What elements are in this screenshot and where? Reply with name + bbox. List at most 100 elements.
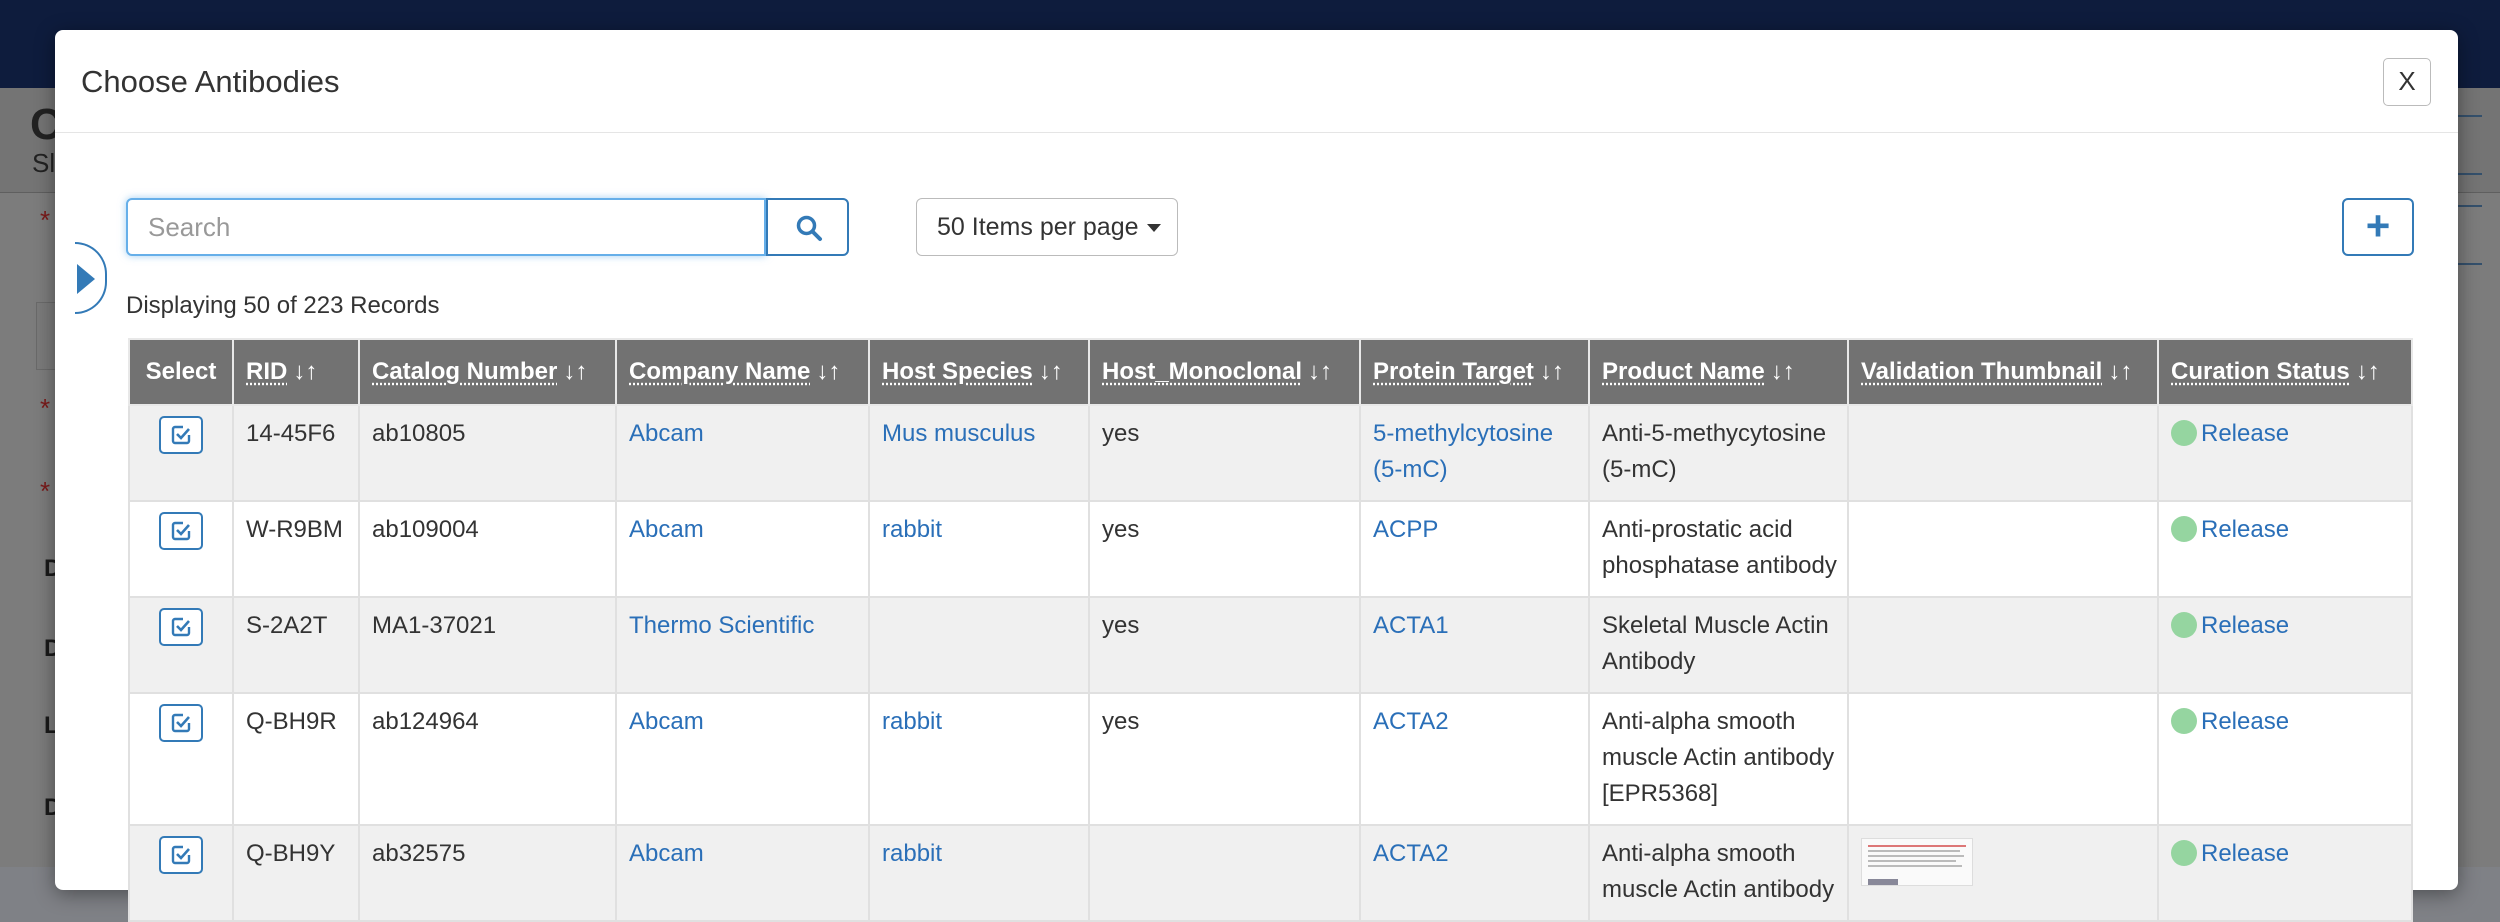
protein-target-cell: ACTA1 — [1359, 596, 1590, 694]
validation-thumbnail-cell — [1847, 500, 2159, 598]
select-cell — [128, 824, 234, 922]
curation-status-link[interactable]: Release — [2201, 840, 2289, 867]
column-header-rid[interactable]: RID ↓↑ — [232, 338, 360, 406]
add-record-button[interactable]: + — [2342, 198, 2414, 256]
host-species-cell: rabbit — [868, 500, 1090, 598]
host-species-cell: rabbit — [868, 692, 1090, 826]
protein-target-link[interactable]: 5-methylcytosine (5-mC) — [1373, 420, 1553, 483]
product-name-cell: Anti-prostatic acid phosphatase antibody — [1588, 500, 1849, 598]
catalog-number-cell: ab109004 — [358, 500, 617, 598]
protein-target-link[interactable]: ACTA2 — [1373, 840, 1449, 867]
host-monoclonal-cell — [1088, 824, 1361, 922]
column-header-protein-target[interactable]: Protein Target ↓↑ — [1359, 338, 1590, 406]
select-row-button[interactable] — [159, 704, 203, 742]
table-header-row: Select RID ↓↑ Catalog Number ↓↑ Company Na… — [128, 338, 2413, 406]
search-icon — [796, 215, 822, 241]
curation-status-link[interactable]: Release — [2201, 420, 2289, 447]
sort-icon[interactable]: ↓↑ — [1540, 358, 1564, 385]
validation-thumbnail-image[interactable] — [1861, 838, 1973, 886]
required-marker: * — [40, 205, 51, 235]
company-link[interactable]: Thermo Scientific — [629, 612, 814, 639]
side-panel-toggle[interactable] — [75, 242, 107, 314]
validation-thumbnail-cell — [1847, 824, 2159, 922]
curation-status-link[interactable]: Release — [2201, 708, 2289, 735]
curation-status-link[interactable]: Release — [2201, 612, 2289, 639]
sort-icon[interactable]: ↓↑ — [293, 358, 317, 385]
host-monoclonal-cell: yes — [1088, 596, 1361, 694]
sort-icon[interactable]: ↓↑ — [563, 358, 587, 385]
curation-status-cell: Release — [2157, 692, 2413, 826]
catalog-number-cell: MA1-37021 — [358, 596, 617, 694]
select-row-button[interactable] — [159, 608, 203, 646]
column-header-catalog-number[interactable]: Catalog Number ↓↑ — [358, 338, 617, 406]
curation-status-cell: Release — [2157, 596, 2413, 694]
company-link[interactable]: Abcam — [629, 516, 704, 543]
search-button[interactable] — [766, 198, 849, 256]
column-header-host-species[interactable]: Host Species ↓↑ — [868, 338, 1090, 406]
close-button[interactable]: X — [2383, 58, 2431, 106]
protein-target-link[interactable]: ACTA2 — [1373, 708, 1449, 735]
table-row: W-R9BM ab109004 Abcam rabbit yes ACPP Anti-pro… — [128, 500, 2413, 598]
select-cell — [128, 596, 234, 694]
select-row-button[interactable] — [159, 512, 203, 550]
select-row-button[interactable] — [159, 416, 203, 454]
table-row: S-2A2T MA1-37021 Thermo Scientific yes ACTA1… — [128, 596, 2413, 694]
product-name-cell: Anti-5-methycytosine (5-mC) — [1588, 404, 1849, 502]
select-cell — [128, 500, 234, 598]
sort-icon[interactable]: ↓↑ — [2356, 358, 2380, 385]
check-square-icon — [171, 521, 191, 541]
column-header-curation-status[interactable]: Curation Status ↓↑ — [2157, 338, 2413, 406]
company-name-cell: Thermo Scientific — [615, 596, 870, 694]
company-name-cell: Abcam — [615, 404, 870, 502]
company-link[interactable]: Abcam — [629, 840, 704, 867]
protein-target-link[interactable]: ACPP — [1373, 516, 1438, 543]
host-species-link[interactable]: Mus musculus — [882, 420, 1035, 447]
validation-thumbnail-cell — [1847, 404, 2159, 502]
product-name-cell: Anti-alpha smooth muscle Actin antibody — [1588, 824, 1849, 922]
sort-icon[interactable]: ↓↑ — [1039, 358, 1063, 385]
chevron-right-icon — [77, 264, 95, 294]
rid-cell: 14-45F6 — [232, 404, 360, 502]
company-name-cell: Abcam — [615, 824, 870, 922]
validation-thumbnail-cell — [1847, 692, 2159, 826]
search-input[interactable] — [126, 198, 766, 256]
column-header-host-monoclonal[interactable]: Host_Monoclonal ↓↑ — [1088, 338, 1361, 406]
table-row: 14-45F6 ab10805 Abcam Mus musculus yes 5-meth… — [128, 404, 2413, 502]
company-link[interactable]: Abcam — [629, 708, 704, 735]
curation-status-link[interactable]: Release — [2201, 516, 2289, 543]
protein-target-cell: ACTA2 — [1359, 824, 1590, 922]
sort-icon[interactable]: ↓↑ — [1308, 358, 1332, 385]
sort-icon[interactable]: ↓↑ — [2108, 358, 2132, 385]
protein-target-cell: ACTA2 — [1359, 692, 1590, 826]
column-header-company-name[interactable]: Company Name ↓↑ — [615, 338, 870, 406]
caret-down-icon — [1146, 224, 1161, 233]
column-header-product-name[interactable]: Product Name ↓↑ — [1588, 338, 1849, 406]
product-name-cell: Anti-alpha smooth muscle Actin antibody … — [1588, 692, 1849, 826]
status-dot-icon — [2171, 420, 2197, 446]
column-header-validation-thumbnail[interactable]: Validation Thumbnail ↓↑ — [1847, 338, 2159, 406]
protein-target-link[interactable]: ACTA1 — [1373, 612, 1449, 639]
catalog-number-cell: ab10805 — [358, 404, 617, 502]
check-square-icon — [171, 617, 191, 637]
check-square-icon — [171, 713, 191, 733]
sort-icon[interactable]: ↓↑ — [1771, 358, 1795, 385]
select-row-button[interactable] — [159, 836, 203, 874]
required-marker: * — [40, 393, 51, 423]
status-dot-icon — [2171, 612, 2197, 638]
status-dot-icon — [2171, 840, 2197, 866]
host-species-link[interactable]: rabbit — [882, 840, 942, 867]
company-link[interactable]: Abcam — [629, 420, 704, 447]
check-square-icon — [171, 845, 191, 865]
modal-title: Choose Antibodies — [81, 64, 340, 99]
items-per-page-dropdown[interactable]: 50 Items per page — [916, 198, 1178, 256]
curation-status-cell: Release — [2157, 500, 2413, 598]
company-name-cell: Abcam — [615, 500, 870, 598]
sort-icon[interactable]: ↓↑ — [816, 358, 840, 385]
rid-cell: W-R9BM — [232, 500, 360, 598]
host-species-cell — [868, 596, 1090, 694]
select-cell — [128, 692, 234, 826]
modal-header: Choose Antibodies X — [55, 30, 2458, 133]
catalog-number-cell: ab124964 — [358, 692, 617, 826]
host-species-link[interactable]: rabbit — [882, 516, 942, 543]
host-species-link[interactable]: rabbit — [882, 708, 942, 735]
